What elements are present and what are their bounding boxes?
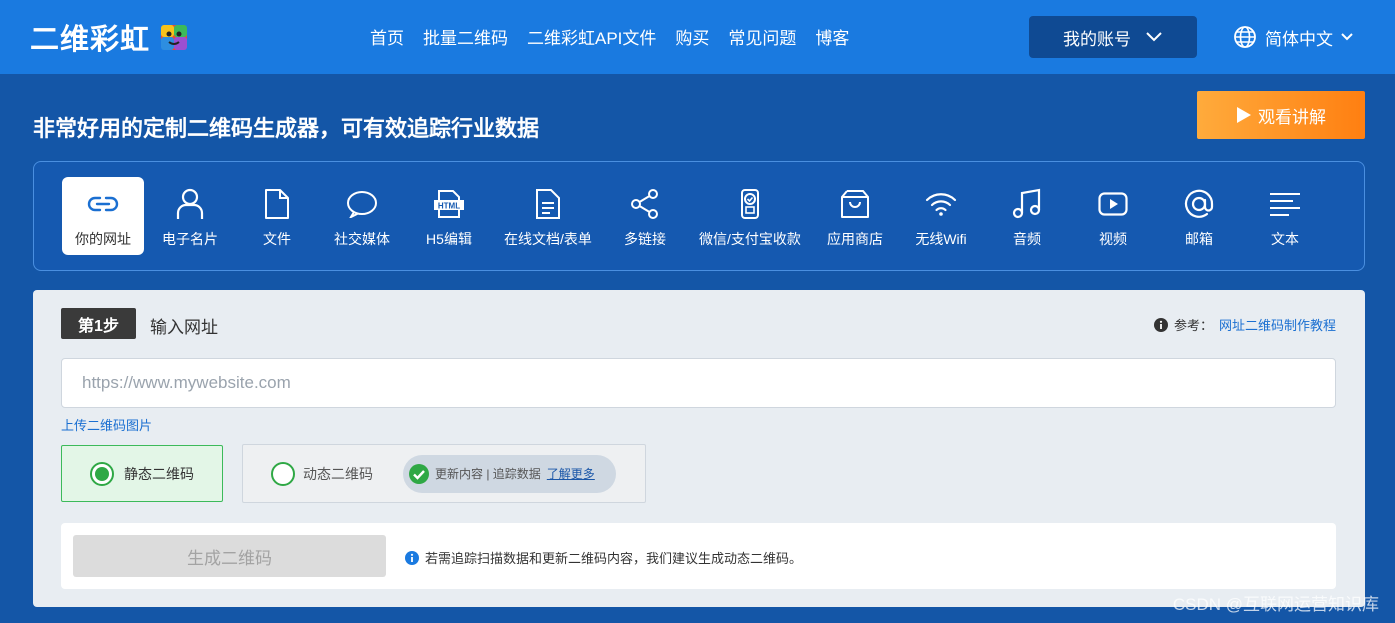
dynamic-tip: 若需追踪扫描数据和更新二维码内容，我们建议生成动态二维码。	[405, 548, 802, 567]
logo[interactable]: 二维彩虹	[30, 18, 190, 56]
learn-more-link[interactable]: 了解更多	[547, 465, 595, 482]
nav-buy[interactable]: 购买	[675, 24, 709, 52]
type-label: 多链接	[624, 231, 666, 247]
static-qr-label: 静态二维码	[124, 465, 194, 482]
language-label: 简体中文	[1265, 29, 1333, 49]
type-label: 你的网址	[75, 231, 131, 247]
type-multilink[interactable]: 多链接	[612, 177, 678, 255]
type-h5[interactable]: HTML H5编辑	[414, 177, 484, 255]
type-audio[interactable]: 音频	[996, 177, 1058, 255]
reference-label: 参考：	[1173, 318, 1213, 333]
tutorial-link[interactable]: 网址二维码制作教程	[1219, 315, 1336, 334]
generate-qr-button[interactable]: 生成二维码	[73, 535, 386, 577]
watch-tutorial-label: 观看讲解	[1258, 107, 1326, 127]
page-headline: 非常好用的定制二维码生成器，可有效追踪行业数据	[33, 116, 540, 141]
watch-tutorial-button[interactable]: 观看讲解	[1197, 91, 1365, 139]
at-sign-icon	[1184, 189, 1214, 218]
type-text[interactable]: 文本	[1254, 177, 1316, 255]
info-icon	[405, 550, 419, 565]
type-label: 邮箱	[1185, 231, 1213, 247]
type-label: 社交媒体	[334, 231, 390, 247]
static-qr-option[interactable]: 静态二维码	[61, 445, 223, 502]
reference: 参考： 网址二维码制作教程	[1153, 315, 1336, 334]
type-email[interactable]: 邮箱	[1168, 177, 1230, 255]
shopping-bag-icon	[841, 190, 869, 218]
nav-faq[interactable]: 常见问题	[728, 24, 796, 52]
generate-section: 生成二维码 若需追踪扫描数据和更新二维码内容，我们建议生成动态二维码。	[61, 523, 1336, 589]
dynamic-qr-label: 动态二维码	[303, 465, 373, 482]
rainbow-cube-icon	[161, 25, 188, 50]
type-social[interactable]: 社交媒体	[326, 177, 398, 255]
step-title: 输入网址	[150, 318, 218, 337]
payment-icon	[741, 189, 759, 219]
document-icon	[536, 189, 560, 219]
radio-unselected-icon	[271, 461, 295, 486]
language-selector[interactable]: 简体中文	[1233, 22, 1353, 52]
share-icon	[631, 189, 658, 219]
type-label: 视频	[1099, 231, 1127, 247]
dynamic-feature-pill: 更新内容 | 追踪数据 了解更多	[403, 454, 616, 493]
step-badge: 第1步	[61, 308, 136, 339]
chat-bubble-icon	[347, 191, 377, 218]
dynamic-qr-option[interactable]: 动态二维码 更新内容 | 追踪数据 了解更多	[242, 444, 646, 503]
top-header: 二维彩虹 首页 批量二维码 二维彩虹API文件 购买 常见问题 博客 我的账号	[0, 0, 1395, 74]
globe-icon	[1234, 26, 1256, 48]
person-icon	[176, 188, 204, 219]
wifi-icon	[925, 193, 957, 216]
link-icon	[87, 196, 119, 212]
nav-home[interactable]: 首页	[370, 24, 404, 52]
upload-qr-image-link[interactable]: 上传二维码图片	[61, 415, 152, 434]
type-label: H5编辑	[426, 231, 472, 247]
type-document[interactable]: 在线文档/表单	[496, 177, 600, 255]
check-circle-icon	[409, 463, 429, 484]
video-play-icon	[1098, 192, 1128, 216]
type-app-store[interactable]: 应用商店	[818, 177, 892, 255]
account-button[interactable]: 我的账号	[1029, 16, 1197, 58]
dynamic-tip-text: 若需追踪扫描数据和更新二维码内容，我们建议生成动态二维码。	[425, 551, 803, 566]
step-card: 第1步 输入网址 参考： 网址二维码制作教程 上传二维码图片 静态二维码 动态二…	[33, 290, 1365, 607]
type-payment[interactable]: 微信/支付宝收款	[690, 177, 810, 255]
file-icon	[265, 189, 289, 219]
type-label: 在线文档/表单	[504, 231, 592, 247]
url-input[interactable]	[61, 358, 1336, 408]
type-label: 微信/支付宝收款	[699, 231, 801, 247]
type-wifi[interactable]: 无线Wifi	[904, 177, 978, 255]
svg-text:HTML: HTML	[438, 202, 460, 211]
main-nav: 首页 批量二维码 二维彩虹API文件 购买 常见问题 博客	[370, 24, 849, 52]
music-note-icon	[1012, 188, 1041, 219]
type-label: 无线Wifi	[915, 231, 967, 247]
dynamic-feature-text: 更新内容 | 追踪数据	[435, 467, 541, 481]
type-label: 音频	[1013, 231, 1041, 247]
info-icon	[1153, 317, 1168, 332]
watermark: CSDN @互联网运营知识库	[1172, 595, 1379, 614]
type-label: 电子名片	[162, 231, 218, 247]
chevron-down-icon	[1146, 32, 1162, 42]
html-icon: HTML	[434, 190, 464, 218]
type-label: 文件	[263, 231, 291, 247]
type-url[interactable]: 你的网址	[62, 177, 144, 255]
logo-text: 二维彩虹	[30, 24, 151, 56]
nav-batch-qr[interactable]: 批量二维码	[423, 24, 508, 52]
play-icon	[1237, 107, 1251, 123]
type-vcard[interactable]: 电子名片	[154, 177, 226, 255]
type-label: 应用商店	[827, 231, 883, 247]
text-lines-icon	[1270, 193, 1300, 216]
type-video[interactable]: 视频	[1082, 177, 1144, 255]
type-file[interactable]: 文件	[244, 177, 310, 255]
qr-type-panel: 你的网址 电子名片 文件 社交媒体 HTML H5编辑 在线文档/表单 多链接 …	[33, 161, 1365, 271]
nav-blog[interactable]: 博客	[815, 24, 849, 52]
nav-api-docs[interactable]: 二维彩虹API文件	[527, 24, 656, 52]
type-label: 文本	[1271, 231, 1299, 247]
chevron-down-icon	[1341, 33, 1353, 41]
radio-selected-icon	[90, 461, 114, 486]
account-label: 我的账号	[1063, 29, 1131, 49]
